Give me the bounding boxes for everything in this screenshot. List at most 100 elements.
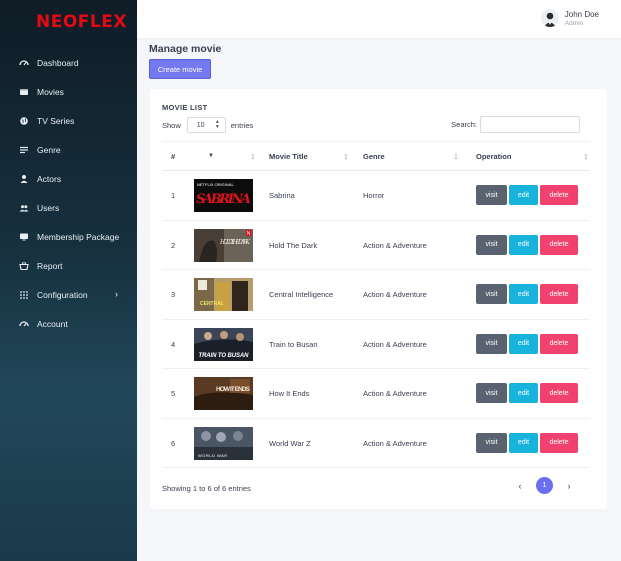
search-label: Search:: [451, 120, 477, 129]
poster-title: SABRINA: [196, 192, 251, 207]
chevron-right-icon: ›: [115, 289, 118, 299]
prev-page-button[interactable]: ‹: [515, 481, 525, 491]
sidebar-item-users[interactable]: Users: [0, 193, 137, 222]
row-number: 6: [171, 438, 176, 448]
sidebar-item-label: TV Series: [37, 115, 75, 126]
movie-genre: Horror: [363, 191, 385, 200]
movie-list-card: MOVIE LIST Show 10 ▲ ▼ entries Search: # …: [150, 89, 607, 509]
poster-title: CENTRAL: [200, 301, 224, 307]
table-row: 5 HOW IT ENDS How It Ends Action & Adven…: [162, 369, 590, 419]
movie-title: Hold The Dark: [269, 240, 318, 250]
row-number: 2: [171, 240, 176, 250]
sidebar-item-label: Configuration: [37, 289, 88, 300]
edit-button[interactable]: edit: [509, 383, 538, 403]
table-info: Showing 1 to 6 of 6 entries: [162, 484, 251, 493]
poster-tag: N: [247, 231, 251, 237]
sidebar-item-tv-series[interactable]: TV Series: [0, 106, 137, 135]
visit-button[interactable]: visit: [476, 432, 507, 453]
sidebar-item-label: Report: [37, 260, 63, 271]
movie-title: Sabrina: [269, 191, 295, 200]
edit-button[interactable]: edit: [509, 185, 538, 205]
sort-desc-icon[interactable]: ▼: [208, 153, 214, 159]
movie-poster: NETFLIX ORIGINAL SABRINA: [194, 179, 253, 212]
poster-title: WORLD WAR: [198, 453, 228, 458]
movie-poster: CENTRAL: [194, 278, 253, 311]
movie-genre: Action & Adventure: [363, 438, 427, 448]
edit-button[interactable]: edit: [509, 333, 538, 354]
sidebar-item-membership-package[interactable]: Membership Package: [0, 222, 137, 251]
entries-label: entries: [230, 120, 254, 130]
page-size-value: 10: [196, 121, 205, 129]
row-number: 5: [171, 389, 176, 398]
movie-poster: WORLD WAR: [194, 426, 253, 460]
user-menu[interactable]: John Doe Admin: [540, 9, 599, 27]
table-header: # ▼ ▲ ▼ Movie Title ▲ ▼ Genre ▲ ▼ Operation…: [162, 141, 590, 171]
card-title: MOVIE LIST: [162, 103, 208, 112]
create-movie-button[interactable]: Create movie: [149, 59, 211, 79]
sidebar-item-account[interactable]: Account: [0, 309, 137, 338]
sidebar-nav: Dashboard Movies TV Series Genre Actors: [0, 48, 137, 338]
table-row: 4 TRAIN TO BUSAN Train to Busan Action &…: [162, 320, 590, 369]
visit-button[interactable]: visit: [476, 383, 507, 403]
delete-button[interactable]: delete: [540, 185, 578, 205]
sidebar-item-label: Genre: [37, 144, 61, 155]
movie-poster: HOW IT ENDS: [194, 377, 253, 410]
movie-genre: Action & Adventure: [363, 240, 427, 250]
sort-icon[interactable]: ▲ ▼: [250, 153, 256, 162]
sort-icon[interactable]: ▲ ▼: [343, 153, 349, 162]
delete-button[interactable]: delete: [540, 234, 578, 255]
table-row: 1 NETFLIX ORIGINAL SABRINA Sabrina Horro…: [162, 171, 590, 221]
edit-button[interactable]: edit: [509, 234, 538, 255]
sidebar-item-configuration[interactable]: Configuration ›: [0, 280, 137, 309]
sort-icon[interactable]: ▲ ▼: [453, 153, 459, 162]
visit-button[interactable]: visit: [476, 185, 507, 205]
column-header-title[interactable]: Movie Title: [269, 152, 308, 161]
sidebar-item-label: Dashboard: [37, 57, 79, 68]
movie-title: Train to Busan: [269, 339, 318, 349]
page-size-select[interactable]: 10 ▲ ▼: [186, 117, 226, 133]
movie-poster: TRAIN TO BUSAN: [194, 327, 253, 361]
edit-button[interactable]: edit: [509, 432, 538, 453]
table-row: 2 N HOLD THE DARK Hold The Dark Action &…: [162, 221, 590, 270]
movie-genre: Action & Adventure: [363, 389, 427, 398]
poster-title: TRAIN TO BUSAN: [199, 353, 250, 359]
next-page-button[interactable]: ›: [564, 481, 574, 491]
movie-genre: Action & Adventure: [363, 290, 427, 299]
sidebar-item-movies[interactable]: Movies: [0, 77, 137, 106]
row-number: 3: [171, 290, 176, 299]
delete-button[interactable]: delete: [540, 383, 578, 403]
column-header-genre[interactable]: Genre: [363, 152, 385, 161]
delete-button[interactable]: delete: [540, 432, 578, 453]
sidebar-item-dashboard[interactable]: Dashboard: [0, 48, 137, 77]
speedometer-icon: [19, 319, 29, 329]
visit-button[interactable]: visit: [476, 284, 507, 304]
sort-icon[interactable]: ▲ ▼: [583, 153, 589, 162]
user-name: John Doe: [564, 9, 599, 19]
film-icon: [19, 87, 29, 97]
edit-button[interactable]: edit: [509, 284, 538, 304]
page-1-button[interactable]: 1: [536, 477, 553, 494]
search-input[interactable]: [480, 116, 580, 133]
poster-title: HOLD THE DARK: [219, 239, 251, 246]
sidebar: NEOFLEX Dashboard Movies TV Series Genre: [0, 0, 137, 561]
sidebar-item-report[interactable]: Report: [0, 251, 137, 280]
users-icon: [19, 203, 29, 213]
list-icon: [19, 145, 29, 155]
sidebar-item-label: Membership Package: [37, 231, 120, 242]
delete-button[interactable]: delete: [540, 284, 578, 304]
speedometer-icon: [19, 58, 29, 68]
sidebar-item-label: Users: [37, 202, 60, 213]
page-size-control: Show 10 ▲ ▼ entries: [162, 117, 253, 133]
sidebar-item-genre[interactable]: Genre: [0, 135, 137, 164]
delete-button[interactable]: delete: [540, 333, 578, 354]
app-logo[interactable]: NEOFLEX: [36, 12, 127, 32]
visit-button[interactable]: visit: [476, 333, 507, 354]
column-header-number[interactable]: #: [171, 152, 175, 161]
show-label: Show: [162, 120, 181, 130]
movie-title: How It Ends: [269, 389, 310, 398]
sidebar-item-actors[interactable]: Actors: [0, 164, 137, 193]
column-header-operation[interactable]: Operation: [476, 152, 511, 161]
visit-button[interactable]: visit: [476, 234, 507, 255]
movie-genre: Action & Adventure: [363, 339, 427, 349]
sidebar-item-label: Account: [37, 318, 68, 329]
